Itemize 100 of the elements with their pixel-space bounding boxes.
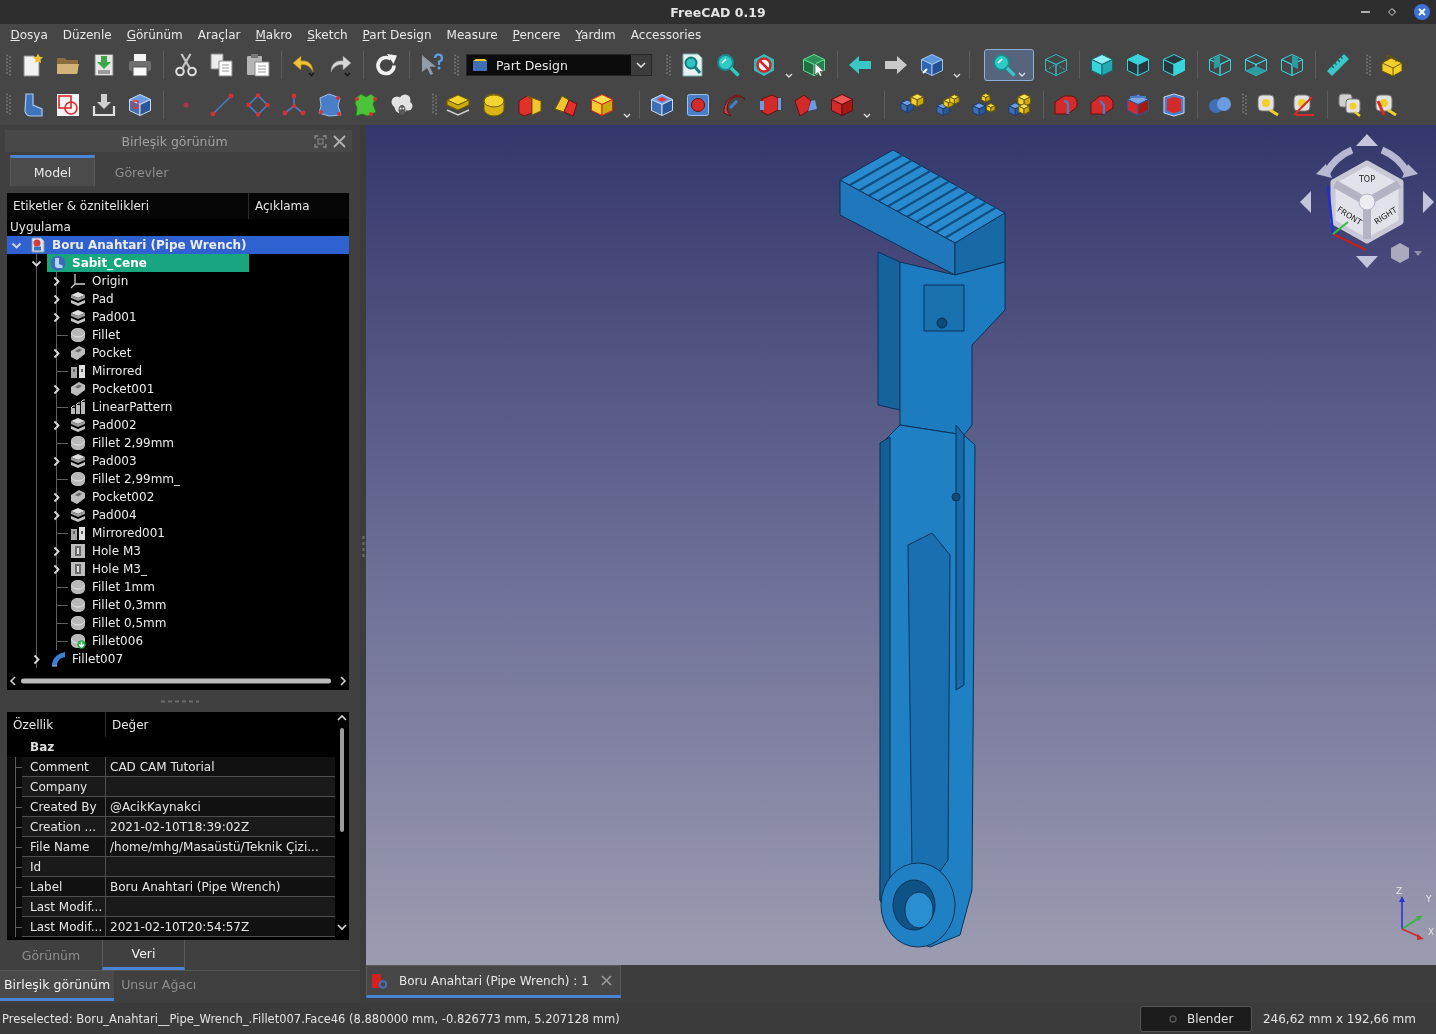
cube-icon[interactable] <box>830 92 854 117</box>
forward-arrow-icon[interactable] <box>884 53 908 77</box>
tab[interactable]: Birleşik görünüm <box>0 971 115 1001</box>
recessed-cube-icon[interactable] <box>650 92 674 117</box>
menu-item[interactable]: Measure <box>439 28 506 42</box>
zoom-fit-icon[interactable] <box>680 53 704 77</box>
tab[interactable]: Veri <box>102 940 185 970</box>
cut-shape-icon[interactable] <box>794 92 818 117</box>
stepped-block-icon[interactable] <box>1380 53 1404 77</box>
property-value[interactable]: 2021-02-10T20:54:57Z <box>106 917 335 937</box>
toolbar-handle[interactable] <box>1365 53 1371 77</box>
cubes-icon[interactable] <box>972 92 996 117</box>
printer-icon[interactable] <box>128 53 152 77</box>
no-entry-icon[interactable] <box>752 53 776 77</box>
zoom-tool-button[interactable] <box>984 49 1034 81</box>
toolbar-handle[interactable] <box>1241 93 1247 116</box>
workbench-dropdown[interactable]: Part Design <box>466 54 652 76</box>
cube-sketch-icon[interactable] <box>128 92 152 117</box>
cube-front-icon[interactable] <box>1090 53 1114 77</box>
menu-item[interactable]: Görünüm <box>119 28 191 42</box>
column-header[interactable]: Etiketler & öznitelikleri <box>7 193 249 219</box>
restore-icon[interactable] <box>1388 8 1396 16</box>
loft-icon[interactable] <box>518 92 542 117</box>
hexagon-icon[interactable] <box>1162 92 1186 117</box>
chevron-right-icon[interactable] <box>52 311 60 323</box>
cube-top-icon[interactable] <box>1126 53 1150 77</box>
navigation-style-button[interactable]: Blender <box>1139 1005 1252 1032</box>
box-icon[interactable] <box>472 58 488 72</box>
tab[interactable]: Model <box>10 155 95 186</box>
ruler-icon[interactable] <box>1326 53 1350 77</box>
slab-icon[interactable] <box>446 92 470 117</box>
chevron-right-icon[interactable] <box>52 419 60 431</box>
menu-item[interactable]: Araçlar <box>190 28 248 42</box>
sheep-icon[interactable] <box>390 92 414 117</box>
toolbar-handle[interactable] <box>665 53 671 77</box>
shape-icon[interactable] <box>318 92 342 117</box>
tape-measure-icon[interactable] <box>1338 92 1362 117</box>
column-header[interactable]: Özellik <box>7 712 106 737</box>
rounded-block-icon[interactable] <box>1054 92 1078 117</box>
column-header[interactable]: Değer <box>106 712 149 737</box>
document-tab[interactable]: Boru Anahtari (Pipe Wrench) : 1 <box>366 965 621 998</box>
caret-icon[interactable] <box>785 73 793 78</box>
undo-icon[interactable] <box>292 53 316 77</box>
cubes-icon[interactable] <box>936 92 960 117</box>
menu-item[interactable]: Düzenle <box>55 28 120 42</box>
refresh-icon[interactable] <box>374 53 398 77</box>
new-document-icon[interactable] <box>20 53 44 77</box>
toolbar-handle[interactable] <box>5 93 11 116</box>
menu-item[interactable]: Yardım <box>567 28 624 42</box>
help-cursor-icon[interactable] <box>420 53 444 77</box>
toolbar-handle[interactable] <box>5 53 11 77</box>
tape-measure-icon[interactable] <box>1374 92 1398 117</box>
caret-icon[interactable] <box>623 112 631 118</box>
copy-icon[interactable] <box>210 53 234 77</box>
sketch-icon[interactable] <box>56 92 80 117</box>
menu-item[interactable]: Accessories <box>623 28 709 42</box>
chevron-down-icon[interactable] <box>30 259 42 267</box>
cubes-icon[interactable] <box>1008 92 1032 117</box>
close-icon[interactable] <box>1414 4 1430 20</box>
chevron-right-icon[interactable] <box>52 491 60 503</box>
chevron-right-icon[interactable] <box>52 293 60 305</box>
chevron-right-icon[interactable] <box>32 653 40 665</box>
menu-item[interactable]: Sketch <box>299 28 356 42</box>
magnifier-icon[interactable] <box>992 53 1016 77</box>
caret-icon[interactable] <box>953 73 961 78</box>
cube-cursor-icon[interactable] <box>802 53 826 77</box>
chevron-right-icon[interactable] <box>52 347 60 359</box>
cube-bottom-icon[interactable] <box>1244 53 1268 77</box>
scissors-icon[interactable] <box>174 53 198 77</box>
column-header[interactable]: Açıklama <box>249 193 310 219</box>
chevron-right-icon[interactable] <box>52 455 60 467</box>
caret-icon[interactable] <box>863 112 871 118</box>
tape-measure-icon[interactable] <box>1256 92 1280 117</box>
toolbar-handle[interactable] <box>431 93 437 116</box>
tree-item[interactable]: Boru Anahtari (Pipe Wrench) <box>7 236 349 254</box>
download-icon[interactable] <box>92 92 116 117</box>
cube-icon[interactable] <box>1126 92 1150 117</box>
scrollbar[interactable] <box>336 714 348 932</box>
shape-icon[interactable] <box>354 92 378 117</box>
cube-icon[interactable] <box>590 92 614 117</box>
back-arrow-icon[interactable] <box>848 53 872 77</box>
save-icon[interactable] <box>92 53 116 77</box>
caret-icon[interactable] <box>1018 72 1026 77</box>
toolbar-handle[interactable] <box>453 53 459 77</box>
arc-icon[interactable] <box>722 92 746 117</box>
splitter-handle[interactable] <box>361 535 365 559</box>
cube-left-icon[interactable] <box>1280 53 1304 77</box>
scrollbar[interactable] <box>7 675 349 687</box>
menu-item[interactable]: Pencere <box>505 28 568 42</box>
wireframe-cube-icon[interactable] <box>1044 53 1068 77</box>
menu-item[interactable]: Dosya <box>3 28 56 42</box>
chevron-right-icon[interactable] <box>52 545 60 557</box>
redo-icon[interactable] <box>328 53 352 77</box>
chevron-down-icon[interactable] <box>636 62 646 68</box>
chevron-right-icon[interactable] <box>52 275 60 287</box>
menu-item[interactable]: Part Design <box>355 28 440 42</box>
hole-icon[interactable] <box>686 92 710 117</box>
menu-item[interactable]: Makro <box>248 28 300 42</box>
chevron-right-icon[interactable] <box>52 563 60 575</box>
tape-measure-icon[interactable] <box>1292 92 1316 117</box>
